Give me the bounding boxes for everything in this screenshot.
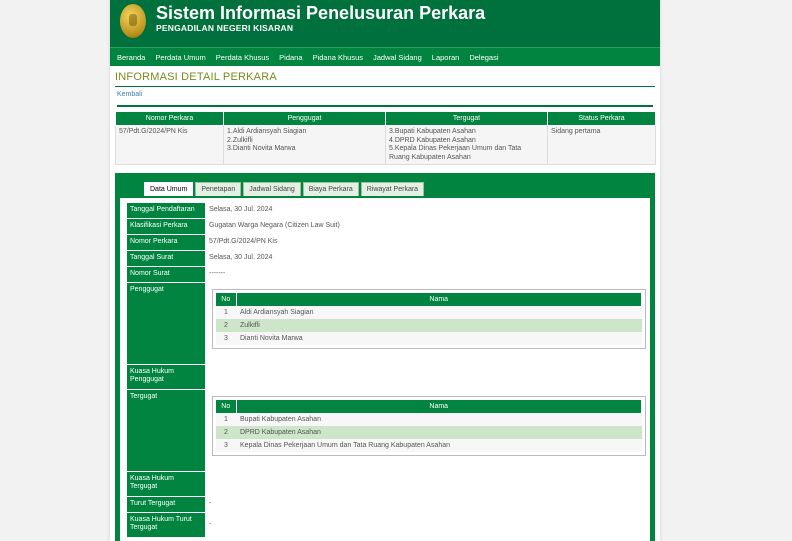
tergugat-table: No Nama 1 Bupati Kabupaten Asahan 2 DPRD… (212, 396, 646, 456)
label-nomor-surat: Nomor Surat (127, 267, 205, 283)
col-nama: Nama (236, 400, 642, 413)
main-nav: Beranda Perdata Umum Perdata Khusus Pida… (110, 47, 660, 66)
section-title: INFORMASI DETAIL PERKARA (115, 71, 655, 87)
label-tanggal-surat: Tanggal Surat (127, 251, 205, 267)
table-row: 1 Bupati Kabupaten Asahan (216, 413, 642, 426)
tab-bar: Data Umum Penetapan Jadwal Sidang Biaya … (144, 182, 426, 196)
tab-jadwal-sidang[interactable]: Jadwal Sidang (243, 182, 301, 196)
col-no: No (216, 400, 237, 413)
nav-delegasi[interactable]: Delegasi (464, 53, 503, 62)
nav-pidana[interactable]: Pidana (274, 53, 307, 62)
label-kuasa-penggugat: Kuasa Hukum Penggugat (127, 365, 205, 390)
label-turut-tergugat: Turut Tergugat (127, 497, 205, 513)
tab-biaya-perkara[interactable]: Biaya Perkara (302, 182, 359, 196)
detail-row: Kuasa Hukum Penggugat (127, 365, 649, 390)
tab-riwayat-perkara[interactable]: Riwayat Perkara (360, 182, 425, 196)
label-kuasa-turut-tergugat: Kuasa Hukum Turut Tergugat (127, 513, 205, 538)
detail-row: Turut Tergugat - (127, 497, 649, 513)
detail-row: Klasifikasi Perkara Gugatan Warga Negara… (127, 219, 649, 235)
site-title: Sistem Informasi Penelusuran Perkara (156, 3, 486, 23)
tab-content: Tanggal Pendaftaran Selasa, 30 Jul. 2024… (120, 198, 650, 541)
detail-row: Kuasa Hukum Tergugat (127, 472, 649, 497)
col-nomor-perkara: Nomor Perkara (115, 111, 224, 126)
label-nomor-perkara: Nomor Perkara (127, 235, 205, 251)
value-turut-tergugat: - (209, 500, 212, 507)
case-summary-table: Nomor Perkara Penggugat Tergugat Status … (115, 111, 656, 165)
detail-row: Tanggal Surat Selasa, 30 Jul. 2024 (127, 251, 649, 267)
detail-row: Tanggal Pendaftaran Selasa, 30 Jul. 2024 (127, 203, 649, 219)
label-penggugat: Penggugat (127, 283, 205, 365)
nav-laporan[interactable]: Laporan (427, 53, 465, 62)
table-row: 3 Kepala Dinas Pekerjaan Umum dan Tata R… (216, 439, 642, 452)
summary-nomor: 57/Pdt.G/2024/PN Kis (115, 125, 224, 165)
nav-pidana-khusus[interactable]: Pidana Khusus (308, 53, 368, 62)
site-header: Sistem Informasi Penelusuran Perkara PEN… (110, 0, 660, 47)
nav-perdata-khusus[interactable]: Perdata Khusus (211, 53, 274, 62)
summary-penggugat: 1.Aldi Ardiansyah Siagian 2.Zulkifli 3.D… (223, 125, 386, 165)
col-no: No (216, 293, 237, 306)
value-nomor-perkara: 57/Pdt.G/2024/PN Kis (209, 238, 278, 245)
value-kuasa-turut-tergugat: - (209, 521, 212, 528)
court-logo-icon (120, 4, 146, 38)
detail-row: Nomor Perkara 57/Pdt.G/2024/PN Kis (127, 235, 649, 251)
detail-row: Nomor Surat ------- (127, 267, 649, 283)
table-row: 2 DPRD Kabupaten Asahan (216, 426, 642, 439)
detail-row: Kuasa Hukum Turut Tergugat - (127, 513, 649, 538)
col-penggugat: Penggugat (223, 111, 386, 126)
table-row: 3 Dianti Novita Marwa (216, 332, 642, 345)
table-row: 2 Zulkifli (216, 319, 642, 332)
value-nomor-surat: ------- (209, 270, 226, 277)
label-klasifikasi: Klasifikasi Perkara (127, 219, 205, 235)
value-tanggal-pendaftaran: Selasa, 30 Jul. 2024 (209, 206, 273, 213)
value-klasifikasi: Gugatan Warga Negara (Citizen Law Suit) (209, 222, 340, 229)
back-link[interactable]: Kembali (117, 91, 142, 98)
value-tanggal-surat: Selasa, 30 Jul. 2024 (209, 254, 273, 261)
table-row: 1 Aldi Ardiansyah Siagian (216, 306, 642, 319)
nav-jadwal-sidang[interactable]: Jadwal Sidang (368, 53, 427, 62)
detail-panel: Data Umum Penetapan Jadwal Sidang Biaya … (115, 173, 655, 541)
label-tanggal-pendaftaran: Tanggal Pendaftaran (127, 203, 205, 219)
detail-row: Tergugat No Nama 1 Bupati Kabupaten Asah… (127, 390, 649, 472)
label-kuasa-tergugat: Kuasa Hukum Tergugat (127, 472, 205, 497)
table-row: 57/Pdt.G/2024/PN Kis 1.Aldi Ardiansyah S… (115, 125, 656, 165)
penggugat-table: No Nama 1 Aldi Ardiansyah Siagian 2 Zulk… (212, 289, 646, 349)
col-tergugat: Tergugat (385, 111, 548, 126)
label-tergugat: Tergugat (127, 390, 205, 472)
summary-status: Sidang pertama (547, 125, 656, 165)
tab-penetapan[interactable]: Penetapan (195, 182, 242, 196)
nav-beranda[interactable]: Beranda (112, 53, 150, 62)
tab-data-umum[interactable]: Data Umum (144, 182, 194, 196)
col-status: Status Perkara (547, 111, 656, 126)
col-nama: Nama (236, 293, 642, 306)
site-subtitle: PENGADILAN NEGERI KISARAN (156, 23, 294, 33)
detail-row: Penggugat No Nama 1 Aldi Ardiansyah Siag… (127, 283, 649, 365)
nav-perdata-umum[interactable]: Perdata Umum (150, 53, 210, 62)
summary-tergugat: 3.Bupati Kabupaten Asahan 4.DPRD Kabupat… (385, 125, 548, 165)
page-container: Sistem Informasi Penelusuran Perkara PEN… (110, 0, 660, 541)
